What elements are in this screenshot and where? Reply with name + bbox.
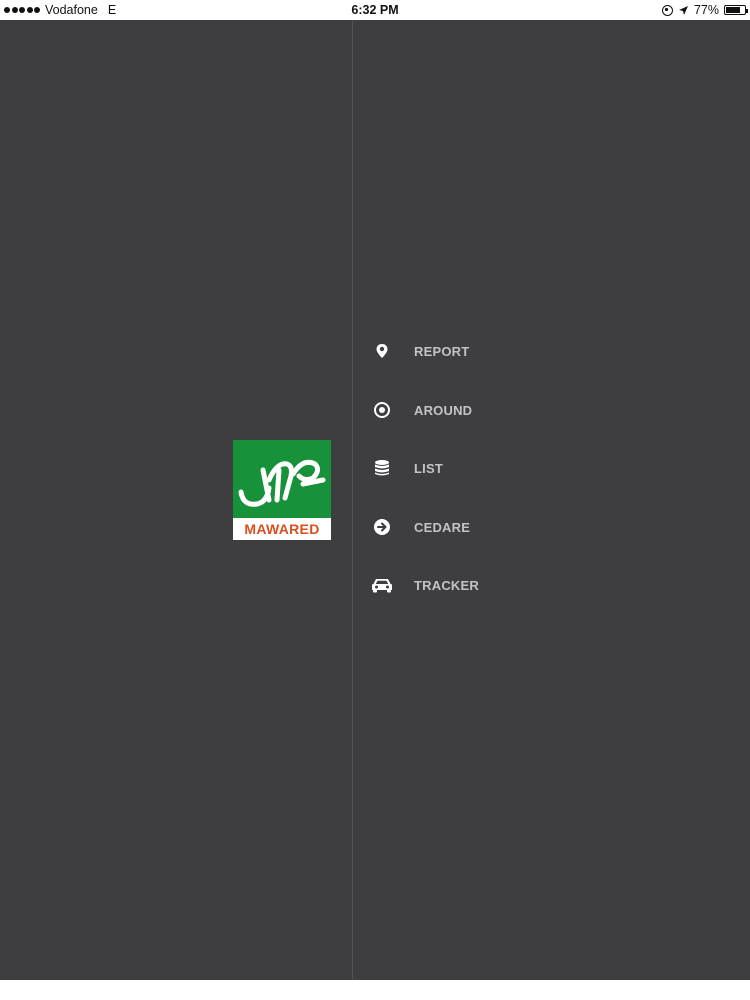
menu-item-label: TRACKER xyxy=(414,577,479,593)
mawared-logo: MAWARED xyxy=(233,440,331,540)
battery-icon xyxy=(724,5,748,15)
status-time: 6:32 PM xyxy=(351,3,399,17)
map-pin-icon xyxy=(371,340,393,362)
location-arrow-icon xyxy=(678,5,688,15)
battery-percent: 77% xyxy=(693,3,719,17)
target-icon xyxy=(371,399,393,421)
arrow-circle-right-icon xyxy=(371,516,393,538)
menu-item-list[interactable]: LIST xyxy=(371,451,571,485)
menu-panel: REPORT AROUND LIST CEDARE TRACKER xyxy=(353,20,750,980)
status-bar: Vodafone E 6:32 PM 77% xyxy=(0,0,750,20)
car-icon xyxy=(371,574,393,596)
database-icon xyxy=(371,457,393,479)
status-right: 77% xyxy=(661,3,748,17)
battery-fill xyxy=(726,7,740,13)
menu-item-cedare[interactable]: CEDARE xyxy=(371,510,571,544)
menu-item-tracker[interactable]: TRACKER xyxy=(371,568,571,602)
menu-item-report[interactable]: REPORT xyxy=(371,334,571,368)
mawared-logo-mark xyxy=(233,440,331,518)
menu-item-label: REPORT xyxy=(414,343,470,359)
logo-text: MAWARED xyxy=(233,518,331,540)
menu-item-around[interactable]: AROUND xyxy=(371,393,571,427)
menu-item-label: AROUND xyxy=(414,402,473,418)
menu-item-label: LIST xyxy=(414,460,443,476)
bottom-strip xyxy=(0,980,750,1000)
rotation-lock-icon xyxy=(661,4,673,16)
menu-item-label: CEDARE xyxy=(414,519,471,535)
